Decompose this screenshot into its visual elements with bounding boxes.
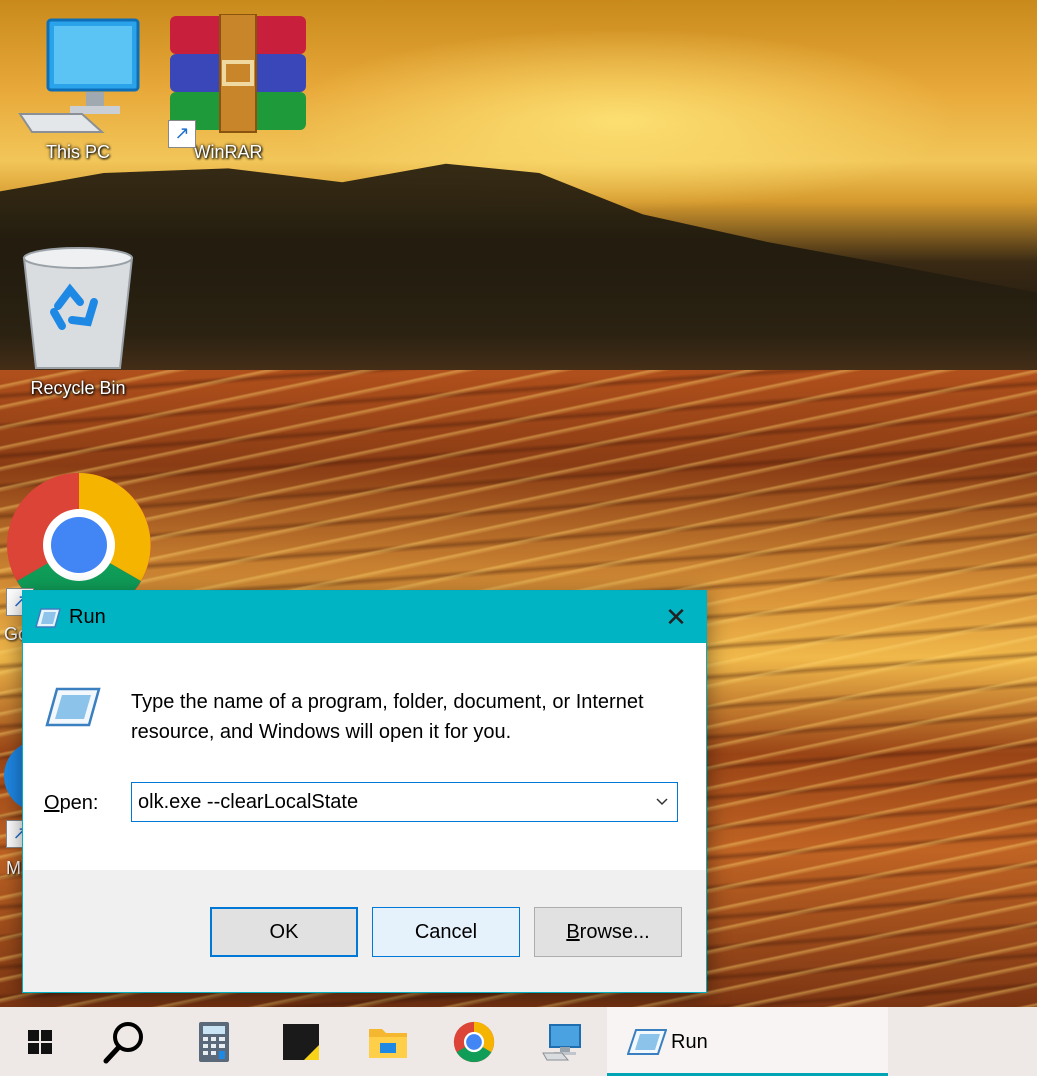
windows-start-icon [28,1029,52,1054]
shortcut-arrow-icon: ↗ [168,120,196,148]
desktop-icon-recycle-bin[interactable]: Recycle Bin [18,244,138,399]
start-button[interactable] [4,1007,76,1076]
open-label-text: pen: [59,792,99,814]
search-icon [103,1021,143,1063]
run-app-icon [627,1029,667,1055]
cancel-button[interactable]: Cancel [372,907,520,957]
browse-accelerator: B [566,921,580,943]
this-pc-icon [18,18,140,133]
chevron-down-icon[interactable] [653,791,671,811]
recycle-bin-label: Recycle Bin [30,378,126,398]
browse-label: rowse... [579,921,650,943]
taskbar-chrome[interactable] [438,1007,510,1076]
run-large-icon [45,687,101,727]
wallpaper-hill [0,163,1037,380]
close-button[interactable]: ✕ [646,591,706,643]
run-title-bar[interactable]: Run ✕ [23,591,706,643]
taskbar-calculator[interactable] [178,1007,250,1076]
edge-label: M [6,858,21,878]
remote-desktop-icon [542,1023,581,1060]
open-input[interactable] [138,783,638,821]
sticky-notes-icon [283,1023,319,1060]
close-icon: ✕ [665,602,687,632]
open-combobox[interactable] [131,782,678,822]
run-dialog: Run ✕ Type the name of a program, folder… [22,590,707,993]
recycle-bin-icon [22,247,134,369]
taskbar: Run [0,1007,1037,1076]
taskbar-run-label: Run [671,1031,708,1053]
run-description: Type the name of a program, folder, docu… [131,691,644,743]
run-body: Type the name of a program, folder, docu… [23,643,706,870]
taskbar-file-explorer[interactable] [352,1007,424,1076]
taskbar-run-window[interactable]: Run [607,1007,888,1076]
this-pc-label: This PC [45,142,110,162]
run-button-bar: OK Cancel Browse... [23,870,706,992]
browse-button[interactable]: Browse... [534,907,682,957]
taskbar-remote-desktop[interactable] [526,1007,598,1076]
file-explorer-icon [369,1028,407,1058]
run-app-icon [35,608,61,628]
open-label-accelerator: O [44,792,60,814]
desktop-icon-winrar[interactable]: ↗ WinRAR [168,14,306,163]
ok-button[interactable]: OK [210,907,358,957]
desktop-icon-this-pc[interactable]: This PC [18,14,140,163]
run-title: Run [69,606,106,628]
open-label: Open: [44,792,99,815]
chrome-icon [453,1021,495,1062]
calculator-icon [199,1021,229,1062]
taskbar-sticky-notes[interactable] [265,1007,337,1076]
search-button[interactable] [88,1007,160,1076]
